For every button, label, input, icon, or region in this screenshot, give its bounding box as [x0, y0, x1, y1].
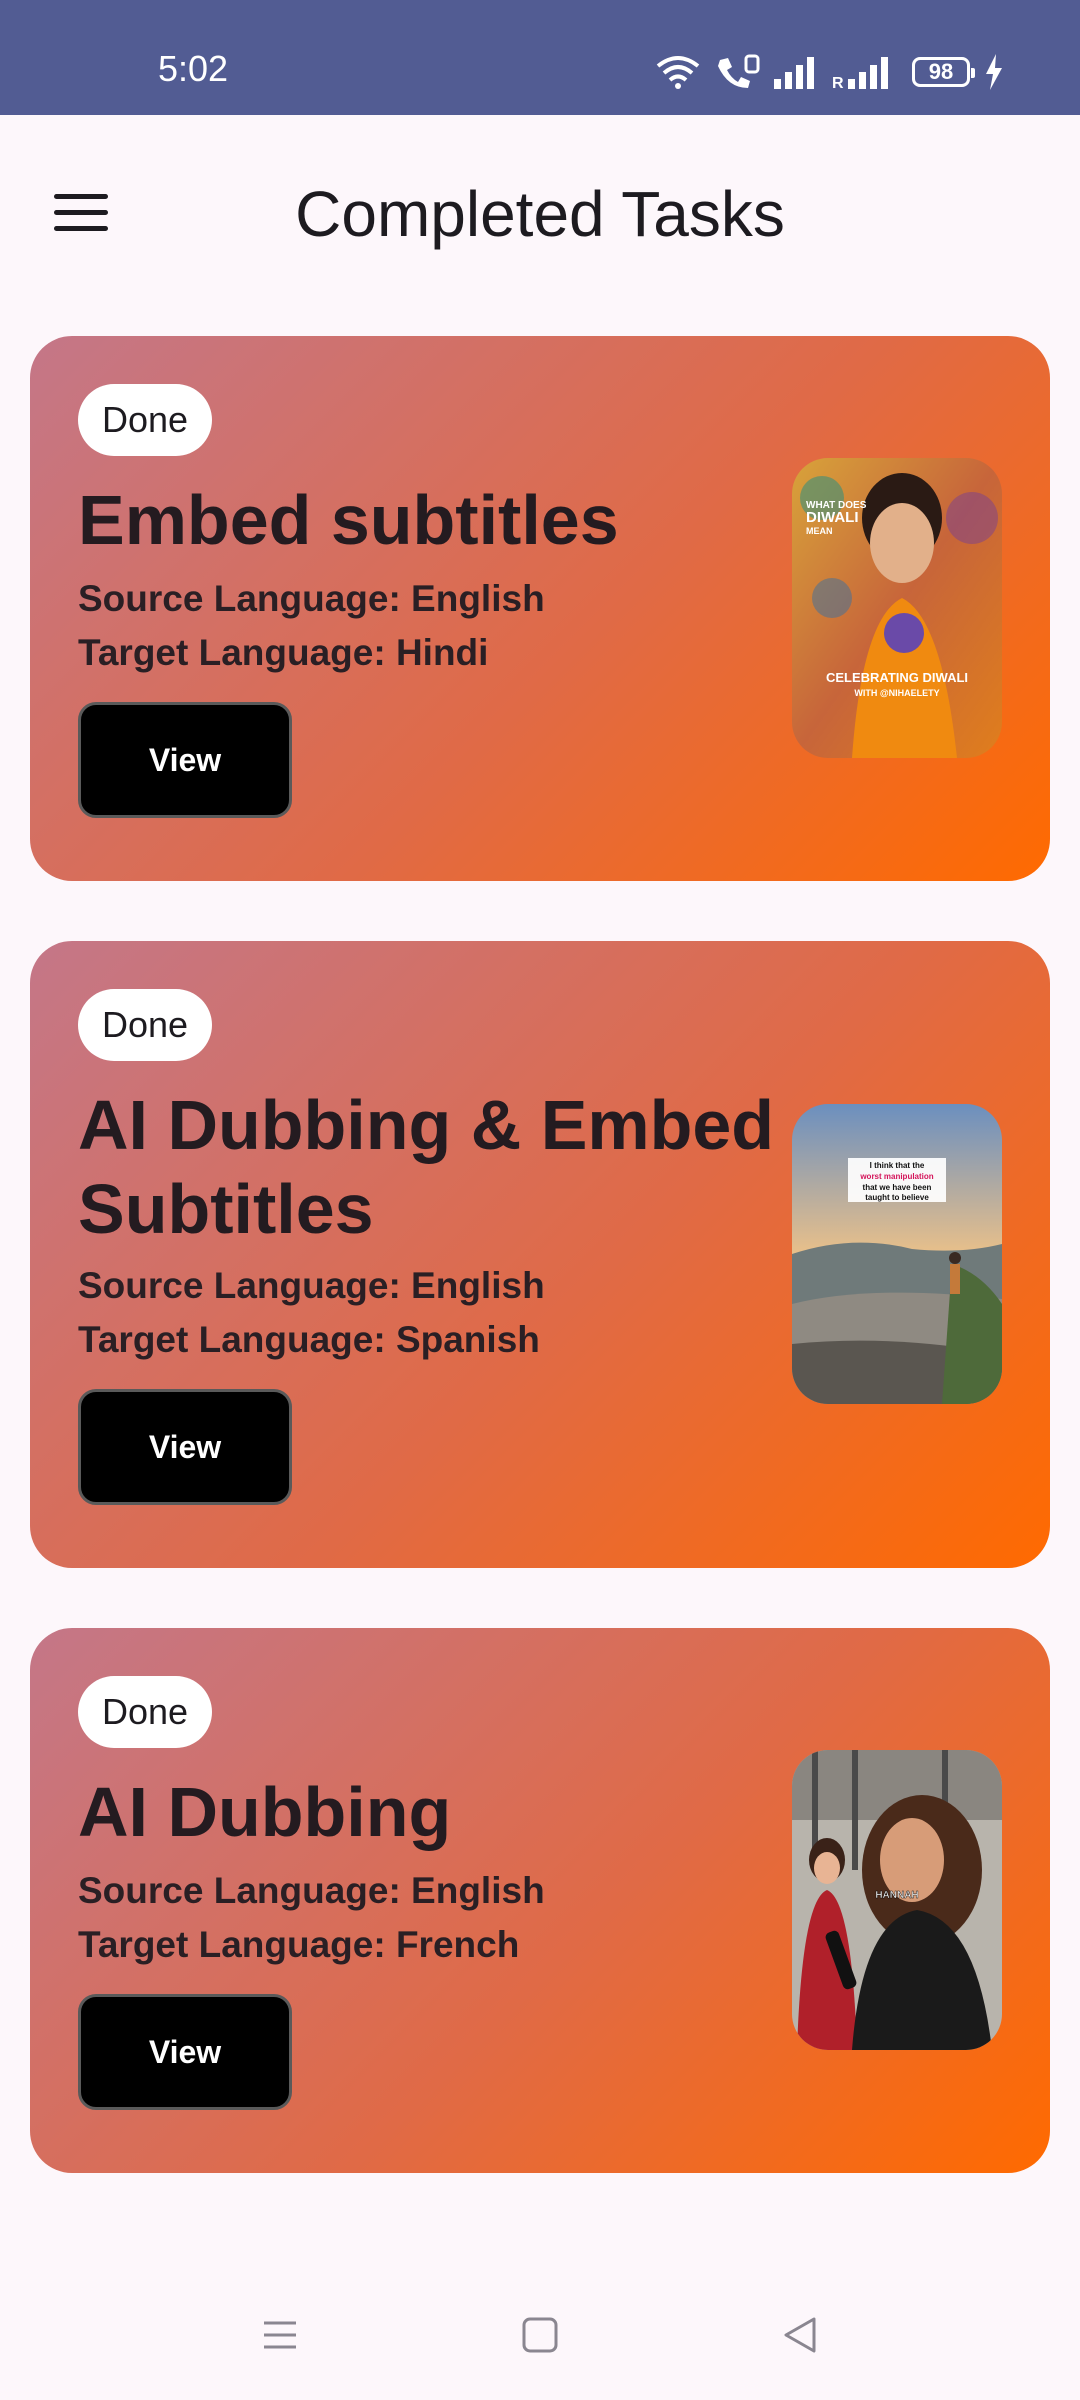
status-badge: Done — [78, 1676, 213, 1748]
status-time: 5:02 — [158, 48, 229, 89]
video-thumbnail[interactable]: HANNAH — [792, 1750, 1002, 2050]
view-button[interactable]: View — [78, 1389, 292, 1505]
thumbnail-text: I think that the — [870, 1161, 925, 1170]
target-language: Target Language: French — [78, 1924, 520, 1965]
charging-icon — [986, 54, 1002, 90]
task-title: AI Dubbing — [78, 1773, 452, 1851]
task-card: Done AI Dubbing & Embed Subtitles Source… — [30, 941, 1050, 1568]
nav-home-icon[interactable] — [500, 2300, 580, 2370]
thumbnail-text: worst manipulation — [859, 1172, 933, 1181]
thumbnail-text: CELEBRATING DIWALI — [826, 670, 968, 685]
status-badge: Done — [78, 989, 213, 1061]
nav-back-icon[interactable] — [760, 2300, 840, 2370]
thumbnail-text: that we have been — [863, 1183, 932, 1192]
svg-text:R: R — [832, 75, 844, 89]
view-button[interactable]: View — [78, 1994, 292, 2110]
thumbnail-text: WITH @NIHAELETY — [854, 688, 939, 698]
wifi-icon — [656, 56, 700, 89]
status-bar: 5:02 R 98 — [0, 0, 1080, 115]
source-language: Source Language: English — [78, 578, 545, 619]
thumbnail-text: HANNAH — [875, 1890, 918, 1901]
call-icon — [718, 54, 760, 88]
source-language: Source Language: English — [78, 1265, 545, 1306]
nav-recents-icon[interactable] — [240, 2300, 320, 2370]
task-title: AI Dubbing & Embed Subtitles — [78, 1086, 775, 1248]
app-bar: Completed Tasks — [0, 115, 1080, 315]
view-button[interactable]: View — [78, 702, 292, 818]
thumbnail-text: DIWALI — [806, 509, 859, 526]
battery-icon: 98 — [912, 57, 975, 87]
navigation-bar — [0, 2270, 1080, 2400]
thumbnail-text: MEAN — [806, 526, 833, 536]
task-card: Done AI Dubbing Source Language: English… — [30, 1628, 1050, 2173]
target-language: Target Language: Hindi — [78, 632, 489, 673]
task-card: Done Embed subtitles Source Language: En… — [30, 336, 1050, 881]
thumbnail-text: taught to believe — [865, 1193, 929, 1202]
video-thumbnail[interactable]: I think that the worst manipulation that… — [792, 1104, 1002, 1404]
source-language: Source Language: English — [78, 1870, 545, 1911]
video-thumbnail[interactable]: WHAT DOES DIWALI MEAN CELEBRATING DIWALI… — [792, 458, 1002, 758]
page-title: Completed Tasks — [295, 178, 785, 250]
signal-roaming-icon: R — [832, 57, 888, 89]
status-badge: Done — [78, 384, 213, 456]
signal-icon — [774, 57, 814, 89]
task-title: Embed subtitles — [78, 481, 619, 559]
target-language: Target Language: Spanish — [78, 1319, 540, 1360]
status-icons: R 98 — [656, 52, 1004, 92]
